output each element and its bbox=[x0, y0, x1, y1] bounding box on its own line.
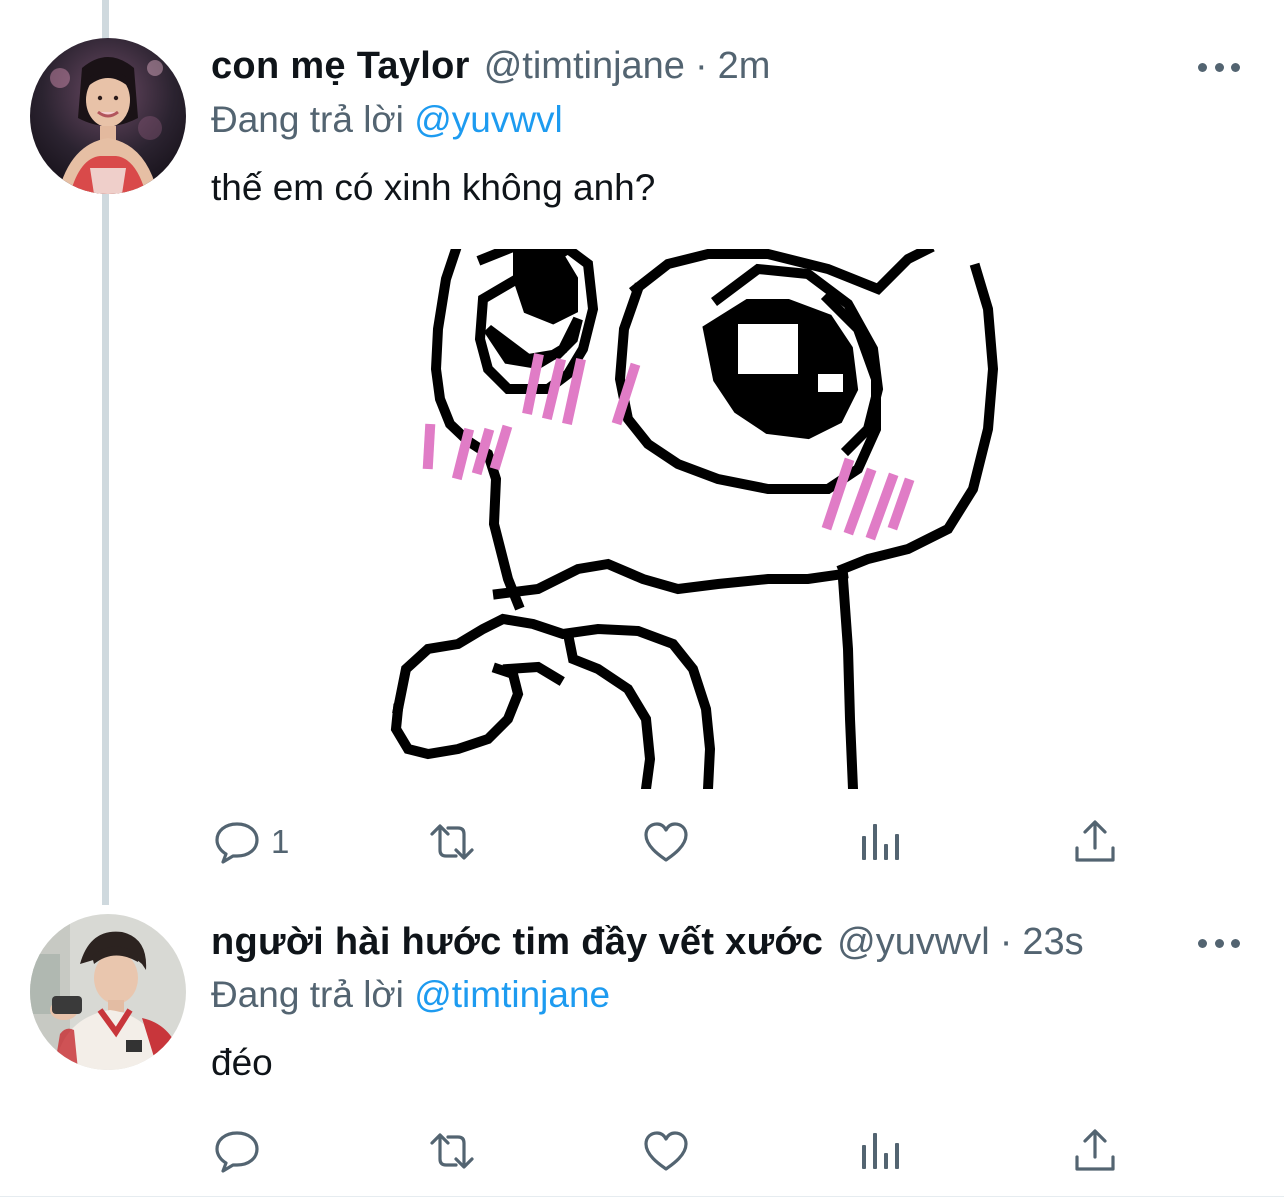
bar-chart-icon bbox=[862, 824, 899, 860]
user-handle[interactable]: @yuvwvl bbox=[837, 914, 990, 970]
reply-count: 1 bbox=[271, 823, 290, 860]
display-name[interactable]: người hài hước tim đầy vết xước bbox=[211, 914, 823, 970]
separator-dot: · bbox=[999, 921, 1013, 963]
replying-to: Đang trả lời @timtinjane bbox=[211, 970, 610, 1020]
tweet-text: đéo bbox=[211, 1042, 273, 1083]
tweet-text: thế em có xinh không anh? bbox=[211, 167, 656, 208]
tweet-header: con mẹ Taylor @timtinjane · 2m bbox=[211, 38, 770, 94]
view-stats-button[interactable] bbox=[856, 1121, 904, 1181]
tweet-actions: 1 bbox=[0, 812, 1284, 872]
reply-button[interactable] bbox=[213, 1121, 271, 1181]
view-stats-button[interactable] bbox=[856, 812, 904, 872]
separator-dot: · bbox=[694, 45, 708, 87]
retweet-button[interactable] bbox=[428, 812, 476, 872]
reply-icon bbox=[215, 822, 259, 864]
reply-button[interactable]: 1 bbox=[213, 812, 289, 872]
replying-to-mention[interactable]: @yuvwvl bbox=[414, 99, 563, 140]
timestamp[interactable]: 2m bbox=[718, 38, 771, 94]
avatar[interactable] bbox=[30, 914, 186, 1070]
retweet-button[interactable] bbox=[428, 1121, 476, 1181]
bar-chart-icon bbox=[862, 1133, 899, 1169]
like-button[interactable] bbox=[642, 1121, 690, 1181]
like-button[interactable] bbox=[642, 812, 690, 872]
bottom-divider bbox=[0, 1196, 1284, 1197]
retweet-icon bbox=[430, 824, 474, 860]
user-handle[interactable]: @timtinjane bbox=[484, 38, 685, 94]
heart-icon bbox=[644, 822, 688, 862]
avatar[interactable] bbox=[30, 38, 186, 194]
share-button[interactable] bbox=[1071, 812, 1119, 872]
replying-to-mention[interactable]: @timtinjane bbox=[414, 974, 610, 1015]
more-options-icon[interactable] bbox=[1198, 61, 1240, 73]
tweet-actions bbox=[0, 1121, 1284, 1181]
tweet[interactable]: người hài hước tim đầy vết xước @yuvwvl … bbox=[0, 900, 1284, 1202]
retweet-icon bbox=[430, 1133, 474, 1169]
pixel-art-meme-face-icon bbox=[390, 249, 999, 789]
share-icon bbox=[1075, 820, 1115, 862]
share-icon bbox=[1075, 1129, 1115, 1171]
tweet-thread: con mẹ Taylor @timtinjane · 2m Đang trả … bbox=[0, 0, 1284, 1202]
tweet[interactable]: con mẹ Taylor @timtinjane · 2m Đang trả … bbox=[0, 0, 1284, 900]
share-button[interactable] bbox=[1071, 1121, 1119, 1181]
display-name[interactable]: con mẹ Taylor bbox=[211, 38, 470, 94]
heart-icon bbox=[644, 1131, 688, 1171]
tweet-media-image[interactable] bbox=[388, 249, 1008, 789]
replying-to-label: Đang trả lời bbox=[211, 99, 404, 140]
tweet-header: người hài hước tim đầy vết xước @yuvwvl … bbox=[211, 914, 1084, 970]
replying-to: Đang trả lời @yuvwvl bbox=[211, 95, 563, 145]
reply-icon bbox=[215, 1131, 259, 1173]
replying-to-label: Đang trả lời bbox=[211, 974, 404, 1015]
more-options-icon[interactable] bbox=[1198, 937, 1240, 949]
timestamp[interactable]: 23s bbox=[1022, 914, 1083, 970]
